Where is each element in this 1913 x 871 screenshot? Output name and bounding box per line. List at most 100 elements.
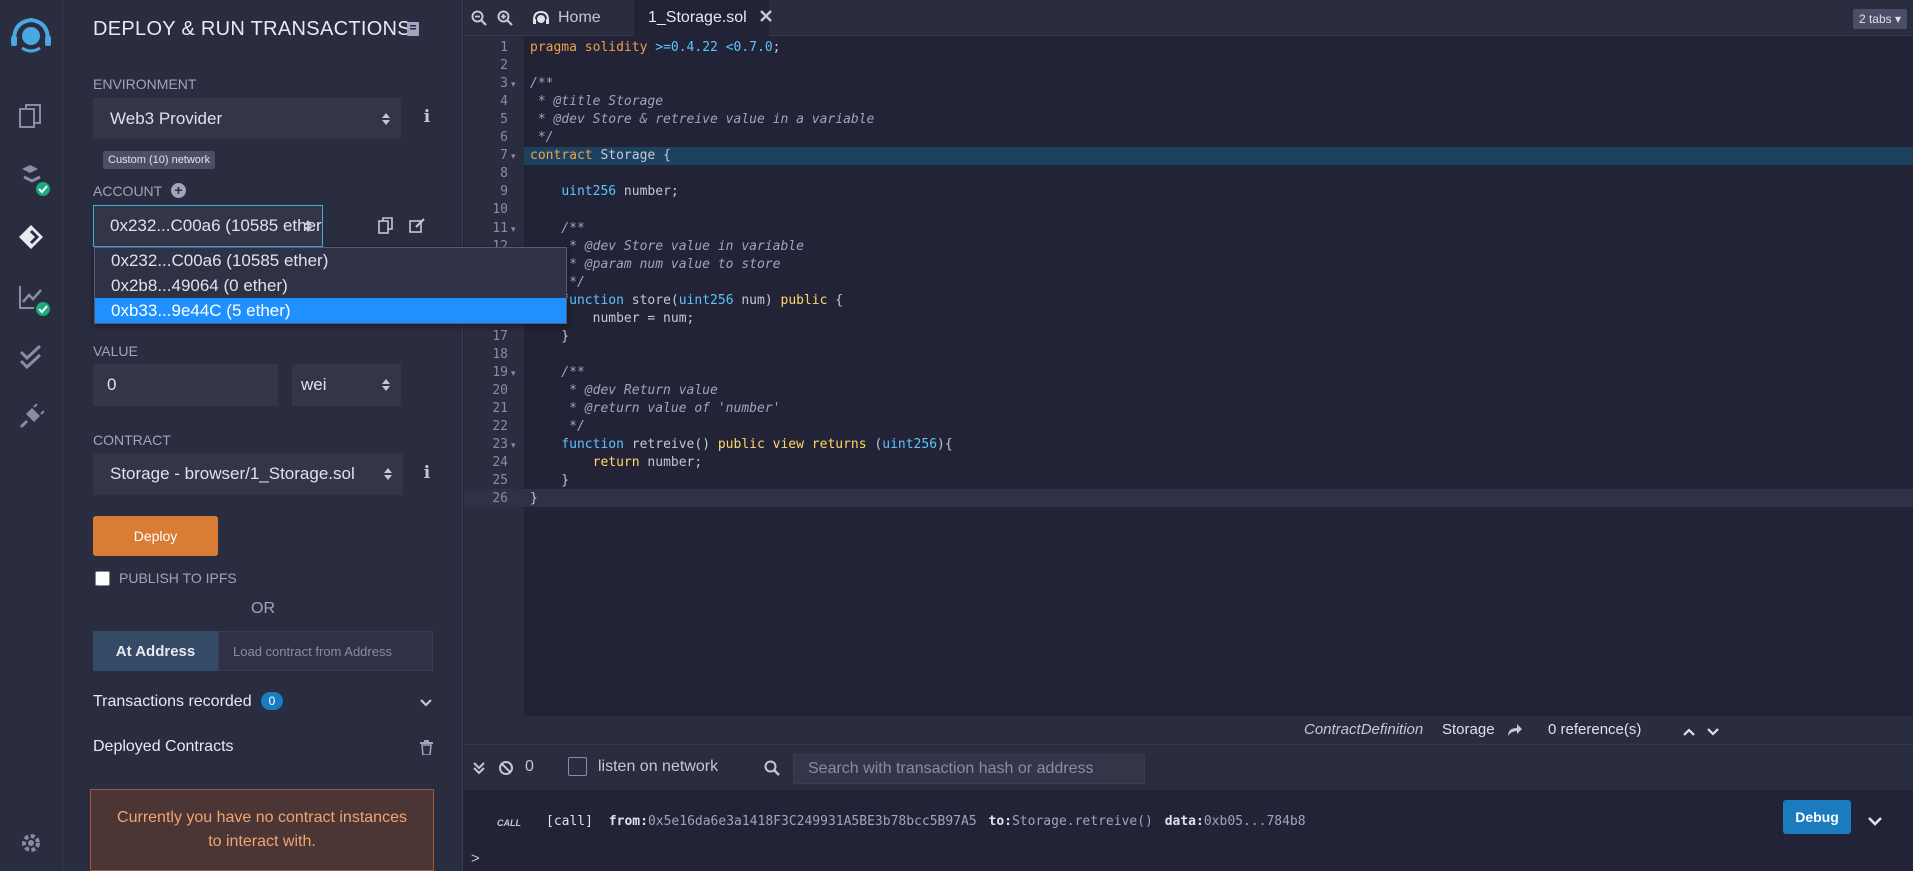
deploy-button[interactable]: Deploy <box>93 516 218 556</box>
contract-select[interactable]: Storage - browser/1_Storage.sol <box>93 453 403 495</box>
plugin-manager-icon[interactable] <box>14 400 48 434</box>
fold-arrow-icon[interactable]: ▾ <box>511 364 516 382</box>
deploy-run-panel: DEPLOY & RUN TRANSACTIONS ENVIRONMENT We… <box>63 0 463 871</box>
tab-storage-sol[interactable]: 1_Storage.sol <box>634 0 772 36</box>
line-number: 23 <box>492 437 508 453</box>
copy-address-icon[interactable] <box>378 217 393 239</box>
chevron-down-icon[interactable] <box>419 695 433 713</box>
icon-bar <box>0 0 63 871</box>
at-address-input[interactable]: Load contract from Address <box>218 631 433 671</box>
line-number: 19 <box>492 364 508 380</box>
network-badge: Custom (10) network <box>103 151 216 169</box>
fold-arrow-icon[interactable]: ▾ <box>511 220 516 238</box>
fold-arrow-icon[interactable]: ▾ <box>511 147 516 165</box>
select-arrows-icon <box>304 220 312 232</box>
call-log-entry[interactable]: [call] from:0x5e16da6e3a1418F3C249931A5B… <box>546 814 1306 829</box>
code-line[interactable]: * @dev Store & retreive value in a varia… <box>530 111 875 129</box>
code-line[interactable]: function store(uint256 num) public { <box>530 292 843 310</box>
environment-info-icon[interactable]: i <box>421 107 433 127</box>
contract-label: CONTRACT <box>93 432 171 448</box>
code-line[interactable]: /** <box>530 220 585 238</box>
account-select[interactable]: 0x232...C00a6 (10585 ether) <box>93 205 323 247</box>
deploy-run-icon[interactable] <box>14 220 48 254</box>
close-tab-icon[interactable] <box>759 9 773 28</box>
code-line[interactable]: } <box>530 472 569 490</box>
terminal-toolbar: 0 listen on network Search with transact… <box>464 744 1913 790</box>
code-editor[interactable] <box>524 36 1913 716</box>
home-remix-icon <box>532 9 550 27</box>
add-account-icon[interactable]: + <box>171 183 186 198</box>
account-dropdown-list[interactable]: 0x232...C00a6 (10585 ether) 0x2b8...4906… <box>94 247 567 324</box>
code-line[interactable]: /** <box>530 364 585 382</box>
file-explorer-icon[interactable] <box>14 100 48 134</box>
contract-value: Storage - browser/1_Storage.sol <box>110 464 355 483</box>
account-option[interactable]: 0x232...C00a6 (10585 ether) <box>95 248 566 273</box>
line-number: 18 <box>492 346 508 362</box>
account-option-highlighted[interactable]: 0xb33...9e44C (5 ether) <box>95 298 566 323</box>
log-call-tag: [call] <box>546 814 593 829</box>
transactions-count-badge: 0 <box>261 692 283 710</box>
chevron-down-icon[interactable] <box>1706 724 1720 741</box>
code-line[interactable]: /** <box>530 75 553 93</box>
code-line[interactable]: * @return value of 'number' <box>530 400 780 418</box>
at-address-button[interactable]: At Address <box>93 631 218 671</box>
code-line[interactable]: uint256 number; <box>530 183 678 201</box>
debug-button[interactable]: Debug <box>1783 800 1851 834</box>
expand-log-chevron-icon[interactable] <box>1867 814 1883 832</box>
value-unit-select[interactable]: wei <box>292 364 401 406</box>
goto-definition-icon[interactable] <box>1507 723 1523 741</box>
value-input[interactable]: 0 <box>93 364 278 406</box>
value-label: VALUE <box>93 343 138 359</box>
tab-home[interactable]: Home <box>524 0 624 36</box>
line-number: 17 <box>492 328 508 344</box>
testing-icon[interactable] <box>14 340 48 374</box>
active-line-highlight <box>524 147 1913 165</box>
solidity-compiler-icon[interactable] <box>14 160 52 198</box>
line-number: 24 <box>492 455 508 471</box>
code-line[interactable]: contract Storage { <box>530 147 671 165</box>
listen-network-checkbox[interactable] <box>568 757 587 776</box>
code-line[interactable]: * @dev Store value in variable <box>530 238 804 256</box>
sign-message-edit-icon[interactable] <box>409 217 426 239</box>
code-line[interactable]: */ <box>530 129 554 147</box>
remix-ide: DEPLOY & RUN TRANSACTIONS ENVIRONMENT We… <box>0 0 1913 871</box>
zoom-in-icon[interactable] <box>497 10 513 31</box>
analysis-success-icon <box>34 300 52 318</box>
analysis-icon[interactable] <box>14 280 52 318</box>
code-line[interactable]: function retreive() public view returns … <box>530 436 952 454</box>
code-line[interactable]: pragma solidity >=0.4.22 <0.7.0; <box>530 39 781 57</box>
publish-ipfs-label: PUBLISH TO IPFS <box>119 570 237 586</box>
documentation-book-icon[interactable] <box>406 21 420 42</box>
code-line[interactable]: */ <box>530 418 585 436</box>
fold-arrow-icon[interactable]: ▾ <box>511 75 516 93</box>
terminal-prompt[interactable]: > <box>471 850 480 867</box>
publish-ipfs-checkbox[interactable] <box>95 571 110 586</box>
fold-arrow-icon[interactable]: ▾ <box>511 436 516 454</box>
code-line[interactable]: * @param num value to store <box>530 256 780 274</box>
account-option[interactable]: 0x2b8...49064 (0 ether) <box>95 273 566 298</box>
tabs-count-dropdown[interactable]: 2 tabs ▾ <box>1852 9 1907 29</box>
clear-console-icon[interactable] <box>498 760 514 781</box>
environment-select[interactable]: Web3 Provider <box>93 98 401 139</box>
remix-logo-icon[interactable] <box>8 10 54 56</box>
log-to-value: Storage.retreive() <box>1011 814 1153 829</box>
transaction-search-input[interactable]: Search with transaction hash or address <box>793 754 1145 784</box>
settings-gear-icon[interactable] <box>14 826 48 860</box>
log-from-value: 0x5e16da6e3a1418F3C249931A5BE3b78bcc5B97… <box>647 814 977 829</box>
code-line[interactable]: } <box>530 328 569 346</box>
zoom-out-icon[interactable] <box>471 10 487 31</box>
trash-icon[interactable] <box>420 740 433 760</box>
code-line[interactable]: return number; <box>530 454 703 472</box>
collapse-terminal-icon[interactable] <box>472 761 486 780</box>
code-line[interactable]: * @dev Return value <box>530 382 718 400</box>
chevron-up-icon[interactable] <box>1682 724 1696 741</box>
ref-name: Storage <box>1442 721 1495 738</box>
editor-tab-bar: Home 1_Storage.sol 2 tabs ▾ <box>464 0 1913 36</box>
code-line[interactable]: } <box>530 490 538 508</box>
transactions-recorded-label[interactable]: Transactions recorded <box>93 693 252 711</box>
references-count: 0 reference(s) <box>1548 721 1642 738</box>
log-data-value: 0xb05...784b8 <box>1203 814 1306 829</box>
code-line[interactable]: * @title Storage <box>530 93 663 111</box>
cursor-line-highlight <box>464 489 1913 507</box>
contract-info-icon[interactable]: i <box>421 463 433 483</box>
